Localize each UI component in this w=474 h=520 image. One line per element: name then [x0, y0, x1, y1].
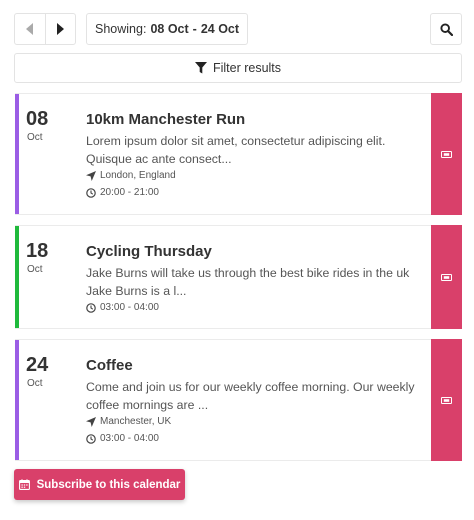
next-button[interactable]: [44, 14, 75, 44]
ticket-button[interactable]: [431, 339, 462, 461]
chevron-right-icon: [57, 23, 65, 35]
event-time: 20:00 - 21:00: [86, 187, 159, 198]
event-month: Oct: [27, 264, 43, 275]
range-start: 08 Oct: [150, 22, 189, 36]
event-month: Oct: [27, 132, 43, 143]
location-arrow-icon: [86, 170, 96, 181]
subscribe-label: Subscribe to this calendar: [36, 478, 181, 491]
event-title[interactable]: Coffee: [86, 357, 133, 374]
event-time-text: 03:00 - 04:00: [100, 302, 159, 313]
event-day: 08: [26, 108, 49, 130]
event-location-text: Manchester, UK: [100, 416, 172, 427]
ticket-button[interactable]: [431, 225, 462, 329]
event-time-text: 03:00 - 04:00: [100, 433, 159, 444]
prev-button[interactable]: [15, 14, 45, 44]
event-time: 03:00 - 04:00: [86, 302, 159, 313]
event-day: 24: [26, 354, 49, 376]
subscribe-button[interactable]: Subscribe to this calendar: [14, 469, 185, 500]
range-separator: -: [192, 22, 197, 36]
ticket-button[interactable]: [431, 93, 462, 215]
clock-icon: [86, 302, 96, 313]
range-end: 24 Oct: [200, 22, 240, 36]
event-card[interactable]: 08 Oct 10km Manchester Run Lorem ipsum d…: [15, 93, 462, 215]
filter-icon: [194, 62, 207, 74]
date-range-display: Showing: 08 Oct - 24 Oct: [86, 13, 249, 45]
chevron-left-icon: [25, 23, 33, 35]
calendar-icon: [18, 479, 30, 490]
event-location-text: London, England: [100, 170, 176, 181]
event-location: Manchester, UK: [86, 416, 171, 427]
ticket-icon: [441, 273, 452, 281]
event-time: 03:00 - 04:00: [86, 433, 159, 444]
showing-label: Showing:: [95, 22, 147, 36]
clock-icon: [86, 433, 96, 444]
event-description: Jake Burns will take us through the best…: [86, 266, 410, 298]
filter-label: Filter results: [212, 61, 282, 75]
event-title[interactable]: 10km Manchester Run: [86, 111, 245, 128]
clock-icon: [86, 187, 96, 198]
event-card[interactable]: 24 Oct Coffee Come and join us for our w…: [15, 339, 462, 461]
event-day: 18: [26, 240, 49, 262]
event-description: Lorem ipsum dolor sit amet, consectetur …: [86, 134, 386, 166]
search-icon: [439, 22, 453, 36]
toolbar: Showing: 08 Oct - 24 Oct: [14, 13, 462, 45]
location-arrow-icon: [86, 416, 96, 427]
ticket-icon: [441, 150, 452, 158]
search-button[interactable]: [430, 13, 462, 45]
event-location: London, England: [86, 170, 176, 181]
event-title[interactable]: Cycling Thursday: [86, 243, 212, 260]
filter-results-button[interactable]: Filter results: [14, 53, 462, 83]
event-time-text: 20:00 - 21:00: [100, 187, 159, 198]
event-month: Oct: [27, 378, 43, 389]
event-description: Come and join us for our weekly coffee m…: [86, 380, 415, 412]
ticket-icon: [441, 396, 452, 404]
event-accent: [15, 340, 19, 460]
event-accent: [15, 226, 19, 328]
event-accent: [15, 94, 19, 214]
date-nav: [14, 13, 76, 45]
event-card[interactable]: 18 Oct Cycling Thursday Jake Burns will …: [15, 225, 462, 329]
